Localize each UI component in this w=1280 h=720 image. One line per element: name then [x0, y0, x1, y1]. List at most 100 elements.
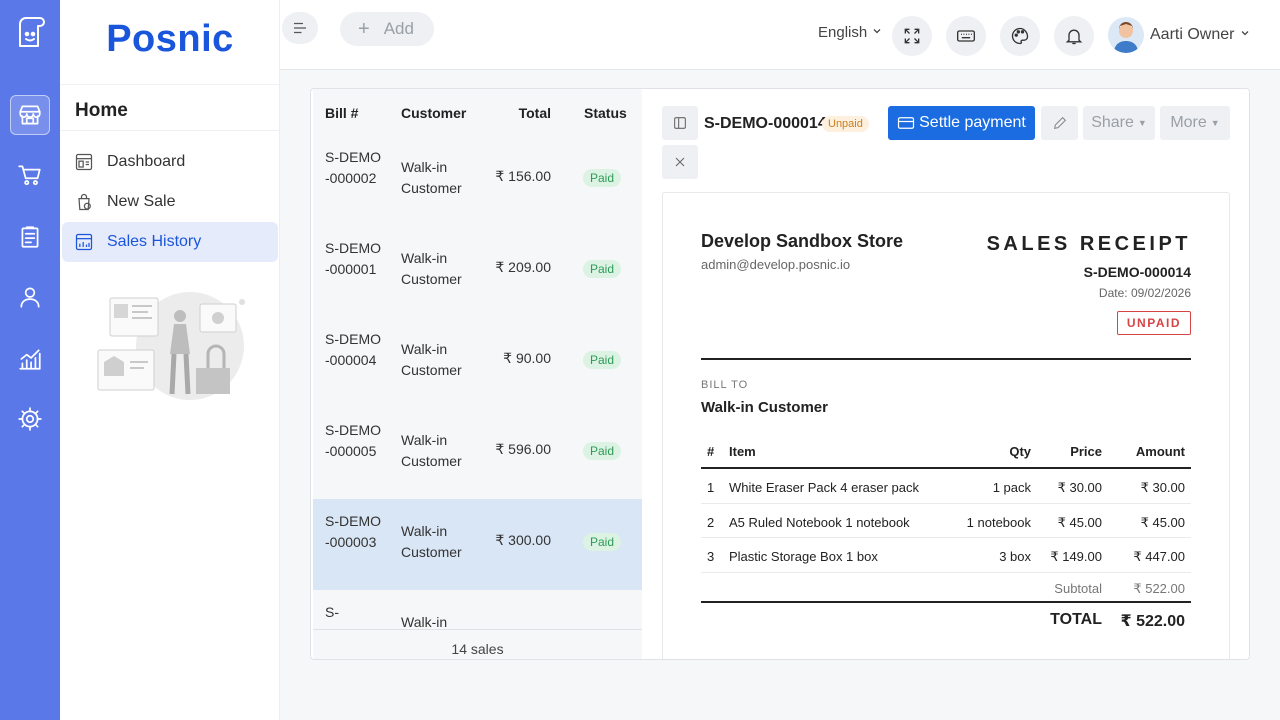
notifications-button[interactable] — [1054, 16, 1094, 56]
sidebar-divider — [60, 130, 280, 131]
avatar-icon — [1114, 22, 1138, 53]
item-amount: ₹ 447.00 — [1133, 549, 1185, 564]
more-button[interactable]: More ▼ — [1160, 106, 1230, 140]
reports-icon — [19, 349, 41, 370]
receipt-divider — [701, 601, 1191, 603]
sale-row[interactable]: S-DEMO-000005 Walk-in Customer ₹ 596.00 … — [313, 408, 642, 499]
item-num: 1 — [707, 480, 715, 495]
item-qty: 1 notebook — [966, 514, 1031, 530]
item-name: A5 Ruled Notebook 1 notebook — [729, 514, 910, 530]
toggle-list-button[interactable] — [662, 106, 698, 140]
sidebar-item-dashboard[interactable]: Dashboard — [62, 142, 278, 182]
user-menu[interactable]: Aarti Owner — [1150, 26, 1251, 44]
sale-bill-number: S-DEMO-000002 — [325, 149, 381, 186]
sales-receipt: Develop Sandbox Store admin@develop.posn… — [662, 192, 1230, 659]
edit-button[interactable] — [1041, 106, 1078, 140]
sidebar-item-sales-history[interactable]: Sales History — [62, 222, 278, 262]
subtotal-value: ₹ 522.00 — [1133, 581, 1185, 596]
rail-settings-button[interactable] — [10, 399, 50, 439]
table-row: 1 White Eraser Pack 4 eraser pack 1 pack… — [701, 469, 1191, 504]
header-price: Price — [1070, 444, 1102, 459]
sale-customer: Walk-in — [401, 614, 448, 629]
sale-bill-number: S-DEMO-000003 — [325, 513, 381, 550]
receipt-store-name: Develop Sandbox Store — [701, 231, 904, 251]
settle-payment-button[interactable]: Settle payment — [888, 106, 1035, 140]
sidebar-item-new-sale[interactable]: New Sale — [62, 182, 278, 222]
settle-payment-label: Settle payment — [919, 114, 1026, 131]
item-amount: ₹ 45.00 — [1140, 514, 1185, 530]
palette-icon — [1011, 27, 1029, 45]
sidebar-item-label: New Sale — [107, 193, 176, 210]
status-badge: Paid — [583, 351, 622, 369]
header-num: # — [707, 444, 715, 459]
sale-bill-number: S-DEMO-000001 — [325, 240, 381, 277]
user-icon — [20, 287, 40, 308]
language-select[interactable]: English — [818, 24, 883, 41]
caret-down-icon: ▼ — [1210, 118, 1220, 128]
receipt-date: Date: 09/02/2026 — [1098, 286, 1191, 300]
chevron-down-icon — [1241, 31, 1249, 36]
pencil-icon — [1053, 116, 1066, 130]
bell-icon — [1065, 29, 1083, 45]
app-logo-icon[interactable] — [10, 12, 50, 52]
item-qty: 1 pack — [992, 480, 1031, 495]
item-num: 2 — [707, 514, 715, 530]
sale-bill-number: S- — [325, 604, 339, 620]
more-label: More — [1170, 114, 1207, 131]
keyboard-button[interactable] — [946, 16, 986, 56]
theme-button[interactable] — [1000, 16, 1040, 56]
item-price: ₹ 30.00 — [1057, 480, 1102, 495]
table-row: 2 A5 Ruled Notebook 1 notebook 1 noteboo… — [701, 504, 1191, 538]
sale-row-selected[interactable]: S-DEMO-000003 Walk-in Customer ₹ 300.00 … — [313, 499, 642, 590]
status-badge: Unpaid — [822, 116, 869, 132]
header-amount: Amount — [1135, 444, 1185, 459]
column-header-bill: Bill # — [325, 105, 359, 121]
status-badge: Paid — [583, 169, 622, 187]
rail-clipboard-button[interactable] — [10, 217, 50, 257]
language-label: English — [818, 24, 868, 41]
status-badge: Paid — [583, 442, 622, 460]
sale-total: ₹ 596.00 — [495, 441, 551, 457]
sale-row[interactable]: S-DEMO-000002 Walk-in Customer ₹ 156.00 … — [313, 135, 642, 226]
sale-detail: S-DEMO-000014 Unpaid Settle payment Shar… — [642, 89, 1249, 659]
receipt-bill-number: S-DEMO-000014 — [1083, 264, 1191, 280]
sale-customer: Walk-in Customer — [401, 250, 462, 287]
total-value: ₹ 522.00 — [1120, 613, 1185, 630]
items-table-header: # Item Qty Price Amount — [701, 433, 1191, 469]
column-header-status: Status — [584, 105, 627, 121]
sale-row[interactable]: S-DEMO-000001 Walk-in Customer ₹ 209.00 … — [313, 226, 642, 317]
sale-total: ₹ 90.00 — [503, 350, 551, 366]
header-qty: Qty — [1009, 444, 1031, 459]
sidebar-toggle-button[interactable] — [282, 12, 318, 44]
brand-logo[interactable]: Posnic — [60, 18, 280, 61]
fullscreen-button[interactable] — [892, 16, 932, 56]
chevron-down-icon — [873, 29, 881, 34]
total-label: TOTAL — [1050, 611, 1102, 628]
rail-cart-button[interactable] — [10, 155, 50, 195]
item-amount: ₹ 30.00 — [1140, 480, 1185, 495]
plus-icon: + — [358, 17, 370, 40]
avatar[interactable] — [1108, 17, 1144, 53]
close-button[interactable] — [662, 145, 698, 179]
credit-card-icon — [898, 117, 915, 129]
keyboard-icon — [957, 30, 975, 42]
rail-reports-button[interactable] — [10, 339, 50, 379]
item-price: ₹ 149.00 — [1050, 549, 1102, 564]
sale-total: ₹ 300.00 — [495, 532, 551, 548]
rail-user-button[interactable] — [10, 277, 50, 317]
user-name: Aarti Owner — [1150, 26, 1235, 43]
sales-list-header: Bill # Customer Total Status — [313, 89, 642, 137]
rail-store-button[interactable] — [10, 95, 50, 135]
caret-down-icon: ▼ — [1137, 118, 1147, 128]
add-button[interactable]: + Add — [340, 12, 434, 46]
bill-to-label: BILL TO — [701, 379, 749, 391]
sale-bill-number: S-DEMO-000004 — [325, 331, 381, 368]
item-name: White Eraser Pack 4 eraser pack — [729, 480, 920, 495]
item-num: 3 — [707, 549, 715, 564]
item-name: Plastic Storage Box 1 box — [729, 549, 878, 564]
status-badge: Paid — [583, 260, 622, 278]
sale-row[interactable]: S-DEMO-000004 Walk-in Customer ₹ 90.00 P… — [313, 317, 642, 408]
share-button[interactable]: Share ▼ — [1083, 106, 1155, 140]
sale-row[interactable]: S- Walk-in — [313, 590, 642, 629]
receipt-status-stamp: UNPAID — [1116, 311, 1191, 335]
